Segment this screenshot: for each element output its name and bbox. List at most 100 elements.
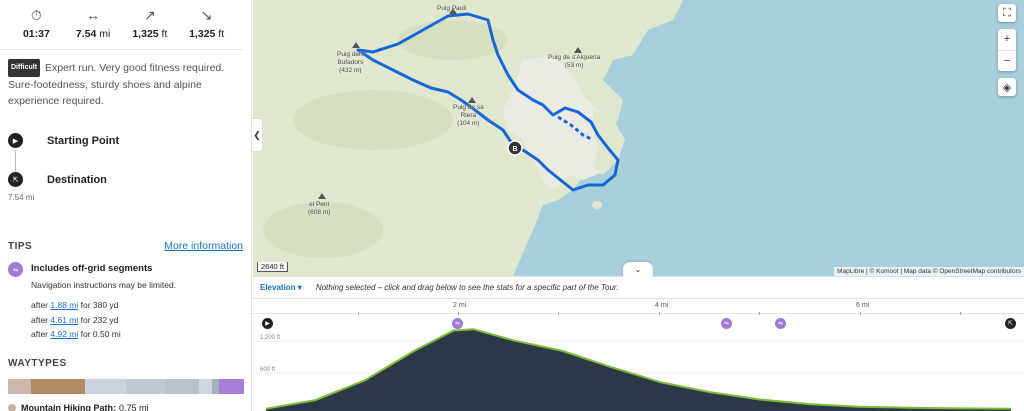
map-label-puig-alqueria: Puig de s'Alqueria (53 m) xyxy=(548,54,601,69)
waypoint-start[interactable]: ▶ Starting Point xyxy=(8,133,119,148)
waytype-name: Mountain Hiking Path: xyxy=(21,403,116,411)
off-grid-icon: ⇋ xyxy=(777,321,784,327)
waytype-segment[interactable] xyxy=(30,379,86,394)
start-marker-label: B xyxy=(512,146,517,153)
map-label-puig-pauli: Puig Pauli xyxy=(437,5,467,12)
tip-row-suffix: for 0.50 mi xyxy=(78,329,121,339)
y-axis-label: 1,200 ft xyxy=(260,335,281,341)
y-axis-label: 600 ft xyxy=(260,367,276,373)
descent-value: 1,325 xyxy=(189,28,216,40)
elevation-profile xyxy=(253,328,1024,411)
waytype-segment[interactable] xyxy=(219,379,244,394)
tip-row-suffix: for 380 yd xyxy=(78,300,119,310)
tip-row: after 4.92 mi for 0.50 mi xyxy=(31,329,121,339)
map-label-riera: Puig de sa Riera (104 m) xyxy=(453,104,484,127)
zoom-controls: + − xyxy=(998,29,1016,71)
elevation-tab-label: Elevation xyxy=(260,283,296,292)
tips-heading: TIPS xyxy=(8,241,33,252)
elevation-message: Nothing selected – click and drag below … xyxy=(315,283,619,292)
fullscreen-icon: ⛶ xyxy=(1003,6,1011,19)
zoom-out-button[interactable]: − xyxy=(998,50,1016,71)
difficulty-badge: Difficult xyxy=(8,59,41,77)
map-canvas: B xyxy=(253,0,1024,276)
map-attribution[interactable]: MapLibre | © Komoot | Map data © OpenStr… xyxy=(834,267,1024,276)
layers-button[interactable]: ◈ xyxy=(998,78,1016,96)
descent-unit: ft xyxy=(215,28,225,40)
finish-flag-icon: ⇱ xyxy=(8,172,23,187)
play-icon: ▶ xyxy=(8,133,23,148)
chevron-left-icon: ❮ xyxy=(253,129,261,140)
zoom-in-button[interactable]: + xyxy=(1004,29,1010,50)
tour-stats: ⏱ 01:37 ↔ 7.54 mi ↗ 1,325 ft ↘ 1,325 ft xyxy=(0,0,243,50)
hill-shade xyxy=(293,90,453,150)
waypoint-destination[interactable]: ⇱ Destination xyxy=(8,172,107,187)
elevation-chart[interactable]: 1,200 ft 600 ft ▶ ⇋ ⇋ ⇋ ⇱ xyxy=(253,314,1024,411)
distance-stat: ↔ 7.54 mi xyxy=(65,6,122,49)
duration-value: 01:37 xyxy=(22,28,50,40)
waytype-segment[interactable] xyxy=(8,379,31,394)
off-grid-marker[interactable]: ⇋ xyxy=(452,318,463,329)
tip-row-link[interactable]: 1.88 mi xyxy=(50,300,78,310)
stopwatch-icon: ⏱ xyxy=(30,7,42,23)
arrow-down-right-icon: ↘ xyxy=(200,7,213,23)
duration-stat: ⏱ 01:37 xyxy=(8,6,65,49)
waytype-item: Mountain Hiking Path: 0.75 mi xyxy=(8,403,149,411)
waytype-segment[interactable] xyxy=(126,379,165,394)
expand-elevation-button[interactable]: ⌄ xyxy=(623,262,653,277)
map-label-el-peni: el Pení (608 m) xyxy=(308,201,331,216)
elevation-panel: Elevation ▾ Nothing selected – click and… xyxy=(253,276,1024,411)
finish-marker[interactable]: ⇱ xyxy=(1005,318,1016,329)
destination-distance: 7.54 mi xyxy=(8,193,35,202)
layers-icon: ◈ xyxy=(1002,81,1012,94)
off-grid-icon: ⇋ xyxy=(723,321,730,327)
islet xyxy=(592,201,602,209)
map-label-puig-bufadors: Puig dels Bufadors (432 m) xyxy=(337,51,364,74)
waytype-segment[interactable] xyxy=(212,379,220,394)
distance-unit: mi xyxy=(96,28,111,40)
elevation-tab[interactable]: Elevation ▾ xyxy=(260,283,302,292)
axis-label: 4 mi xyxy=(655,302,669,309)
tip-row-prefix: after xyxy=(31,329,51,339)
collapse-panel-button[interactable]: ❮ xyxy=(252,118,263,152)
tip-row-link[interactable]: 4.61 mi xyxy=(50,315,78,325)
arrow-up-right-icon: ↗ xyxy=(144,7,156,23)
finish-flag-icon: ⇱ xyxy=(1007,321,1014,327)
distance-value: 7.54 xyxy=(75,28,97,40)
chevron-down-icon: ⌄ xyxy=(634,265,642,274)
more-information-link[interactable]: More information xyxy=(164,240,243,252)
tip-row: after 4.61 mi for 232 yd xyxy=(31,315,118,325)
map-scale: 2640 ft xyxy=(257,262,288,272)
waypoint-connector xyxy=(15,150,16,172)
waytype-segment[interactable] xyxy=(198,379,213,394)
play-icon: ▶ xyxy=(265,321,270,327)
start-play-marker[interactable]: ▶ xyxy=(262,318,273,329)
difficulty-description: Difficult Expert run. Very good fitness … xyxy=(0,50,251,109)
waypoint-destination-label: Destination xyxy=(47,173,107,186)
map-view[interactable]: B Puig Pauli Puig de s'Alqueria (53 m) P… xyxy=(253,0,1024,276)
waytypes-bar[interactable] xyxy=(8,379,244,394)
tip-row-prefix: after xyxy=(31,300,51,310)
waypoint-start-label: Starting Point xyxy=(47,134,120,147)
tip-subtitle: Navigation instructions may be limited. xyxy=(31,280,177,290)
waytype-segment[interactable] xyxy=(85,379,126,394)
off-grid-marker[interactable]: ⇋ xyxy=(721,318,732,329)
axis-label: 6 mi xyxy=(856,302,870,309)
tip-row: after 1.88 mi for 380 yd xyxy=(31,300,118,310)
descent-stat: ↘ 1,325 ft xyxy=(178,6,235,49)
waytype-swatch xyxy=(8,404,16,411)
off-grid-icon: ⇋ xyxy=(454,321,461,327)
tip-row-link[interactable]: 4.92 mi xyxy=(50,329,78,339)
axis-label: 2 mi xyxy=(453,302,467,309)
tip-row-suffix: for 232 yd xyxy=(78,315,119,325)
difficulty-text: Expert run. Very good fitness required. … xyxy=(8,62,225,107)
ascent-stat: ↗ 1,325 ft xyxy=(122,6,179,49)
tip-title: Includes off-grid segments xyxy=(31,263,153,274)
waytype-segment[interactable] xyxy=(164,379,199,394)
fullscreen-button[interactable]: ⛶ xyxy=(998,4,1016,22)
waytype-value: 0.75 mi xyxy=(119,403,149,411)
distance-axis: 2 mi 4 mi 6 mi xyxy=(253,298,1024,315)
ascent-value: 1,325 xyxy=(132,28,159,40)
tip-row-prefix: after xyxy=(31,315,51,325)
off-grid-marker[interactable]: ⇋ xyxy=(775,318,786,329)
ascent-unit: ft xyxy=(158,28,168,40)
